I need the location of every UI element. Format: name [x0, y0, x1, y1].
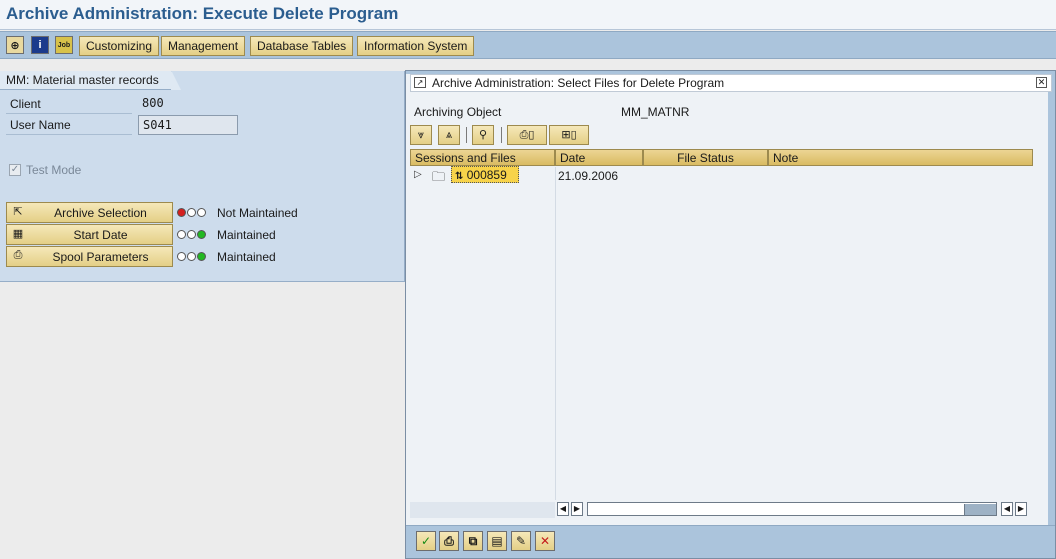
- close-icon[interactable]: ✕: [1036, 77, 1047, 88]
- col-date[interactable]: Date: [555, 149, 643, 166]
- find-icon[interactable]: ⚲: [472, 125, 494, 145]
- col-file-status[interactable]: File Status: [643, 149, 768, 166]
- test-mode-checkbox[interactable]: ✓ Test Mode: [9, 163, 81, 177]
- user-name-field[interactable]: S041: [138, 115, 238, 135]
- start-date-button[interactable]: ▦ Start Date: [6, 224, 173, 245]
- table-row[interactable]: ▷ 🗀 ⇅ 000859 21.09.2006: [414, 166, 714, 185]
- spool-parameters-button[interactable]: ⎙ Spool Parameters: [6, 246, 173, 267]
- session-date: 21.09.2006: [558, 169, 619, 183]
- dialog-body: Archiving Object MM_MATNR ⩔ ⩓ ⚲ ⎙▯ ⊞▯ Se…: [410, 95, 1046, 521]
- tree-area: ▷ 🗀 ⇅ 000859 21.09.2006: [410, 166, 1034, 500]
- customizing-button[interactable]: Customizing: [79, 36, 160, 56]
- client-label: Client: [6, 94, 132, 114]
- archive-selection-status: Not Maintained: [217, 206, 298, 220]
- session-icon: ⇅: [455, 171, 464, 182]
- printer-icon: ⎙: [13, 249, 23, 261]
- print-preview-icon[interactable]: ⎙: [439, 531, 459, 551]
- scroll-left-icon[interactable]: ◀: [1001, 502, 1013, 516]
- archiving-object-panel: MM: Material master records Client 800 U…: [0, 70, 405, 282]
- session-id: 000859: [466, 168, 507, 182]
- layout-icon[interactable]: ⊞▯: [549, 125, 589, 145]
- database-tables-button[interactable]: Database Tables: [250, 36, 354, 56]
- status-light-red: [177, 208, 209, 218]
- archive-selection-button[interactable]: ⇱ Archive Selection: [6, 202, 173, 223]
- client-value: 800: [142, 96, 164, 110]
- window-icon: ↗: [414, 77, 426, 88]
- management-button[interactable]: Management: [161, 36, 246, 56]
- panel-tab[interactable]: MM: Material master records: [0, 70, 181, 90]
- confirm-icon[interactable]: ✓: [416, 531, 436, 551]
- session-node[interactable]: ⇅ 000859: [451, 166, 519, 183]
- tree-toolbar: ⩔ ⩓ ⚲ ⎙▯ ⊞▯: [410, 125, 600, 145]
- archive-selection-label: Archive Selection: [54, 206, 147, 220]
- edit-icon[interactable]: ✎: [511, 531, 531, 551]
- horizontal-scrollbar[interactable]: ◀ ▶ ◀ ▶: [557, 502, 1035, 518]
- page-title: Archive Administration: Execute Delete P…: [6, 4, 399, 23]
- client-row: Client 800: [6, 94, 238, 114]
- status-light-green: [177, 252, 209, 262]
- start-date-label: Start Date: [73, 228, 128, 242]
- archiving-object-value: MM_MATNR: [621, 105, 690, 119]
- select-files-dialog: ↗ Archive Administration: Select Files f…: [405, 70, 1056, 559]
- scroll-right-icon[interactable]: ▶: [571, 502, 583, 516]
- dialog-title: Archive Administration: Select Files for…: [432, 76, 725, 90]
- spool-parameters-status: Maintained: [217, 250, 276, 264]
- info-icon[interactable]: i: [31, 36, 49, 54]
- user-row: User Name S041: [6, 115, 238, 135]
- test-mode-label: Test Mode: [26, 163, 82, 177]
- calendar-icon: ▦: [12, 228, 24, 240]
- col-sessions-and-files[interactable]: Sessions and Files: [410, 149, 555, 166]
- title-bar: Archive Administration: Execute Delete P…: [0, 0, 1056, 30]
- collapse-all-icon[interactable]: ⩓: [438, 125, 460, 145]
- status-light-green: [177, 230, 209, 240]
- print-icon[interactable]: ⎙▯: [507, 125, 547, 145]
- expand-all-icon[interactable]: ⩔: [410, 125, 432, 145]
- expand-arrow-icon[interactable]: ▷: [414, 169, 422, 180]
- dialog-footer: ✓ ⎙ ⧉ ▤ ✎ ✕: [406, 525, 1055, 558]
- checkmark-icon: ✓: [9, 164, 21, 176]
- scroll-right-icon[interactable]: ▶: [1015, 502, 1027, 516]
- scroll-left-icon[interactable]: ◀: [557, 502, 569, 516]
- archiving-object-label: Archiving Object: [414, 105, 502, 119]
- spool-parameters-label: Spool Parameters: [52, 250, 149, 264]
- job-icon[interactable]: Job: [55, 36, 73, 54]
- start-date-status: Maintained: [217, 228, 276, 242]
- user-name-label: User Name: [6, 115, 132, 135]
- dialog-title-bar: ↗ Archive Administration: Select Files f…: [410, 74, 1052, 92]
- application-toolbar: ⊕ i Job Customizing Management Database …: [0, 31, 1056, 59]
- selection-cursor-icon: ⇱: [13, 206, 23, 218]
- cancel-icon[interactable]: ✕: [535, 531, 555, 551]
- execute-icon[interactable]: ⊕: [6, 36, 24, 54]
- scroll-thumb[interactable]: [964, 504, 996, 515]
- information-system-button[interactable]: Information System: [357, 36, 475, 56]
- folder-icon: 🗀: [432, 169, 446, 184]
- details-icon[interactable]: ▤: [487, 531, 507, 551]
- col-note[interactable]: Note: [768, 149, 1033, 166]
- copy-icon[interactable]: ⧉: [463, 531, 483, 551]
